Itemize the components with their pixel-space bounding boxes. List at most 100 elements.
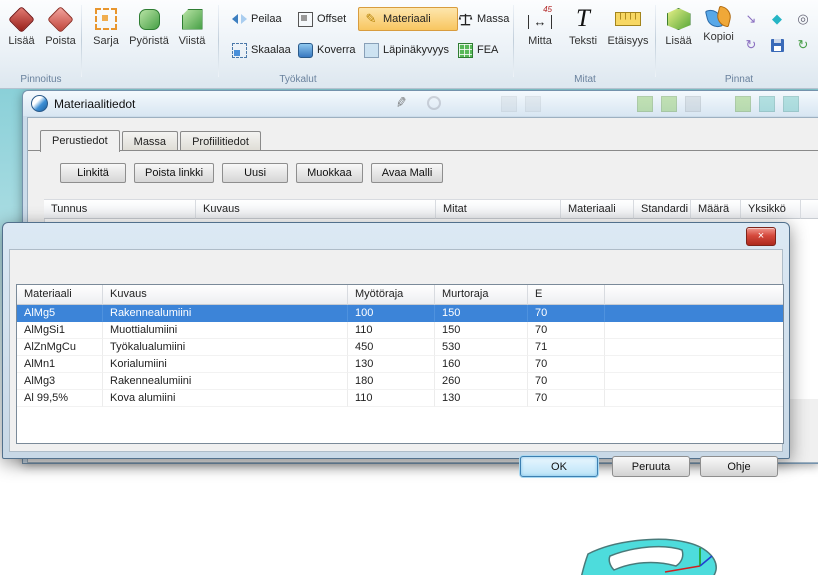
button-label: Offset xyxy=(317,13,346,25)
button-label: Massa xyxy=(477,13,509,25)
material-cell: 110 xyxy=(348,322,435,339)
button-label: Lisää xyxy=(8,35,34,47)
add-surface-button[interactable]: Lisää xyxy=(660,0,697,62)
material-cell: Rakennealumiini xyxy=(103,373,348,390)
button-label: Sarja xyxy=(93,35,119,47)
link-button[interactable]: Linkitä xyxy=(60,163,126,183)
remove-link-button[interactable]: Poista linkki xyxy=(134,163,214,183)
ribbon-group-pinnat: Lisää Kopioi ↘ ◆ ◎ ↻ ↻ Pinnat xyxy=(660,0,818,88)
material-cell-filler xyxy=(605,305,783,322)
column-header-e[interactable]: E xyxy=(528,285,605,305)
scale-button[interactable]: Skaalaa xyxy=(226,38,290,62)
material-row[interactable]: AlMg3Rakennealumiini18026070 xyxy=(17,373,783,390)
ok-button[interactable]: OK xyxy=(520,456,598,477)
text-icon: T xyxy=(570,6,596,32)
material-cell: AlMgSi1 xyxy=(17,322,103,339)
tab-perustiedot[interactable]: Perustiedot xyxy=(40,130,120,152)
add-coating-button[interactable]: Lisää xyxy=(2,0,41,62)
column-header-maara[interactable]: Määrä xyxy=(691,199,741,219)
material-cell: 110 xyxy=(348,390,435,407)
material-cell: Al 99,5% xyxy=(17,390,103,407)
material-cell-filler xyxy=(605,373,783,390)
material-cell: 130 xyxy=(348,356,435,373)
column-header-myotoraja[interactable]: Myötöraja xyxy=(348,285,435,305)
ghost-toolbar-icon xyxy=(735,96,751,112)
material-row[interactable]: AlMg5Rakennealumiini10015070 xyxy=(17,305,783,322)
transparency-button[interactable]: Läpinäkyvyys xyxy=(358,38,458,62)
hollow-button[interactable]: Koverra xyxy=(292,38,356,62)
column-header-murtoraja[interactable]: Murtoraja xyxy=(435,285,528,305)
cancel-button[interactable]: Peruuta xyxy=(612,456,690,477)
material-row[interactable]: AlMn1Korialumiini13016070 xyxy=(17,356,783,373)
rotate-surface-icon[interactable]: ↻ xyxy=(740,34,762,56)
new-button[interactable]: Uusi xyxy=(222,163,288,183)
fea-button[interactable]: FEA xyxy=(452,38,510,62)
material-cell: 180 xyxy=(348,373,435,390)
column-header-materiaali[interactable]: Materiaali xyxy=(17,285,103,305)
column-header-tunnus[interactable]: Tunnus xyxy=(44,199,196,219)
ghost-toolbar-icon xyxy=(501,96,517,112)
tab-profiilitiedot[interactable]: Profiilitiedot xyxy=(180,131,261,151)
window-title: Materiaalitiedot xyxy=(54,97,135,111)
ghost-pencil-icon: ✎ xyxy=(394,95,410,111)
dimension-button[interactable]: 45 ↔ Mitta xyxy=(518,0,562,62)
offset-button[interactable]: Offset xyxy=(292,7,356,31)
move-surface-icon[interactable]: ↘ xyxy=(740,8,762,30)
material-cell: AlMg3 xyxy=(17,373,103,390)
add-coating-icon xyxy=(9,6,35,32)
materials-table-header[interactable]: Materiaali Kuvaus Myötöraja Murtoraja E xyxy=(17,285,783,305)
text-button[interactable]: T Teksti xyxy=(562,0,604,62)
material-cell: 70 xyxy=(528,390,605,407)
cad-model[interactable] xyxy=(540,536,818,575)
surface-target-icon[interactable]: ◎ xyxy=(792,8,814,30)
edit-button[interactable]: Muokkaa xyxy=(296,163,363,183)
remove-coating-button[interactable]: Poista xyxy=(41,0,80,62)
material-cell-filler xyxy=(605,322,783,339)
copy-surface-button[interactable]: Kopioi xyxy=(697,0,740,62)
help-button[interactable]: Ohje xyxy=(700,456,778,477)
material-button[interactable]: ✎ Materiaali xyxy=(358,7,458,31)
ghost-toolbar-icon xyxy=(759,96,775,112)
fea-icon xyxy=(457,42,473,58)
ribbon-toolbar: Lisää Poista Pinnoitus Sarja Pyöristä xyxy=(0,0,818,89)
mirror-button[interactable]: Peilaa xyxy=(226,7,290,31)
refresh-surface-icon[interactable]: ↻ xyxy=(792,34,814,56)
app-icon xyxy=(31,95,48,112)
ghost-toolbar-icon xyxy=(783,96,799,112)
fillet-button[interactable]: Pyöristä xyxy=(126,0,172,62)
surface-diamond-icon[interactable]: ◆ xyxy=(766,8,788,30)
series-button[interactable]: Sarja xyxy=(86,0,126,62)
parts-table-header[interactable]: Tunnus Kuvaus Mitat Materiaali Standardi… xyxy=(44,199,818,219)
column-header-filler xyxy=(801,199,818,219)
column-header-kuvaus[interactable]: Kuvaus xyxy=(103,285,348,305)
material-cell: 70 xyxy=(528,356,605,373)
column-header-standardi[interactable]: Standardi xyxy=(634,199,691,219)
material-row[interactable]: AlZnMgCuTyökalualumiini45053071 xyxy=(17,339,783,356)
column-header-yksikko[interactable]: Yksikkö xyxy=(741,199,801,219)
column-header-mitat[interactable]: Mitat xyxy=(436,199,561,219)
material-row[interactable]: AlMgSi1Muottialumiini11015070 xyxy=(17,322,783,339)
mass-button[interactable]: Massa xyxy=(452,7,510,31)
button-label: Skaalaa xyxy=(251,44,291,56)
button-label: Teksti xyxy=(569,35,597,47)
materiaalitiedot-titlebar[interactable]: Materiaalitiedot ✎ xyxy=(23,91,818,116)
material-cell-filler xyxy=(605,356,783,373)
dialog-titlebar[interactable]: × xyxy=(3,223,789,249)
add-surface-icon xyxy=(666,6,692,32)
chamfer-button[interactable]: Viistä xyxy=(172,0,212,62)
material-row[interactable]: Al 99,5%Kova alumiini11013070 xyxy=(17,390,783,407)
material-cell: 160 xyxy=(435,356,528,373)
scale-icon xyxy=(231,42,247,58)
material-cell: Korialumiini xyxy=(103,356,348,373)
tab-massa[interactable]: Massa xyxy=(122,131,178,151)
material-cell: 150 xyxy=(435,322,528,339)
close-button[interactable]: × xyxy=(746,227,776,246)
ribbon-group-pinnoitus: Lisää Poista Pinnoitus xyxy=(2,0,80,88)
column-header-kuvaus[interactable]: Kuvaus xyxy=(196,199,436,219)
remove-coating-icon xyxy=(48,6,74,32)
distance-button[interactable]: Etäisyys xyxy=(604,0,652,62)
save-surface-icon[interactable] xyxy=(766,34,788,56)
open-model-button[interactable]: Avaa Malli xyxy=(371,163,444,183)
ribbon-divider xyxy=(218,5,219,77)
column-header-materiaali[interactable]: Materiaali xyxy=(561,199,634,219)
